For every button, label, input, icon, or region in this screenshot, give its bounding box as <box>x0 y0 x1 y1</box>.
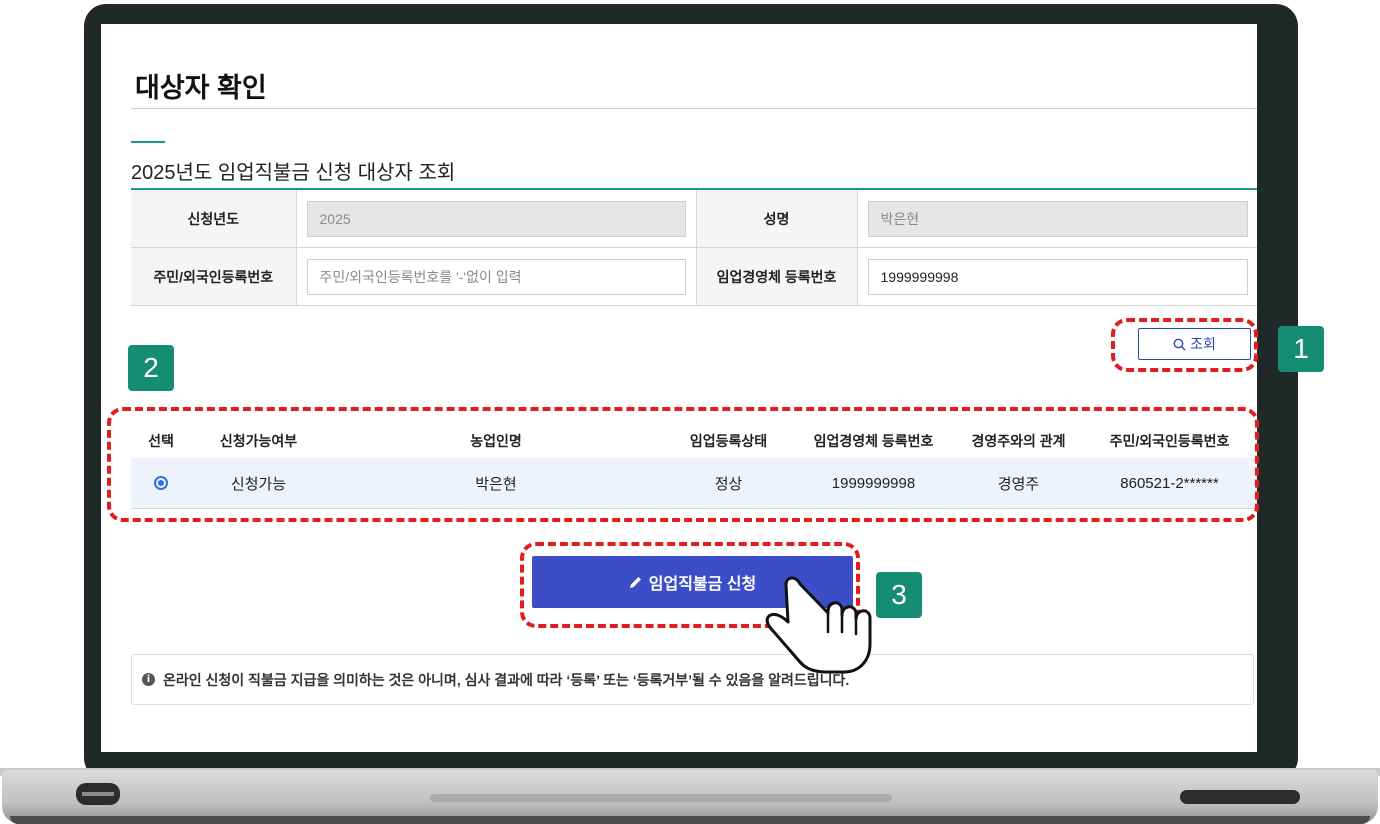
title-divider <box>131 108 1257 109</box>
callout-badge-1: 1 <box>1278 326 1324 372</box>
laptop-trackpad-groove <box>430 794 892 802</box>
laptop-base-bottom <box>10 816 1370 824</box>
pointer-hand-icon <box>765 576 872 674</box>
rrn-input[interactable]: 주민/외국인등록번호를 '-'없이 입력 <box>306 258 686 295</box>
section-accent-bar <box>131 141 165 143</box>
biz-number-input[interactable]: 1999999998 <box>867 258 1248 295</box>
year-field: 2025 <box>306 200 686 237</box>
callout-badge-3: 3 <box>876 572 922 618</box>
biz-number-label: 임업경영체 등록번호 <box>695 247 858 306</box>
name-label: 성명 <box>695 189 858 248</box>
year-label: 신청년도 <box>131 189 297 248</box>
laptop-hinge-left <box>76 783 120 805</box>
rrn-label: 주민/외국인등록번호 <box>131 247 297 306</box>
search-form-table: 신청년도 2025 성명 박은현 주민/외국인등록번호 주민/외국인등록번호를 … <box>131 188 1257 306</box>
name-field: 박은현 <box>867 200 1248 237</box>
section-title: 2025년도 임업직불금 신청 대상자 조회 <box>131 162 456 184</box>
laptop-hinge-right <box>1180 790 1300 804</box>
notice-box: i 온라인 신청이 직불금 지급을 의미하는 것은 아니며, 심사 결과에 따라… <box>131 654 1254 705</box>
page-title: 대상자 확인 <box>135 73 267 103</box>
screen: 대상자 확인 2025년도 임업직불금 신청 대상자 조회 신청년도 2025 … <box>101 24 1257 752</box>
callout-results-highlight <box>107 407 1259 522</box>
callout-badge-2: 2 <box>128 345 174 391</box>
info-icon: i <box>142 673 155 686</box>
notice-text: 온라인 신청이 직불금 지급을 의미하는 것은 아니며, 심사 결과에 따라 ‘… <box>163 671 850 688</box>
callout-search-highlight <box>1111 318 1258 372</box>
